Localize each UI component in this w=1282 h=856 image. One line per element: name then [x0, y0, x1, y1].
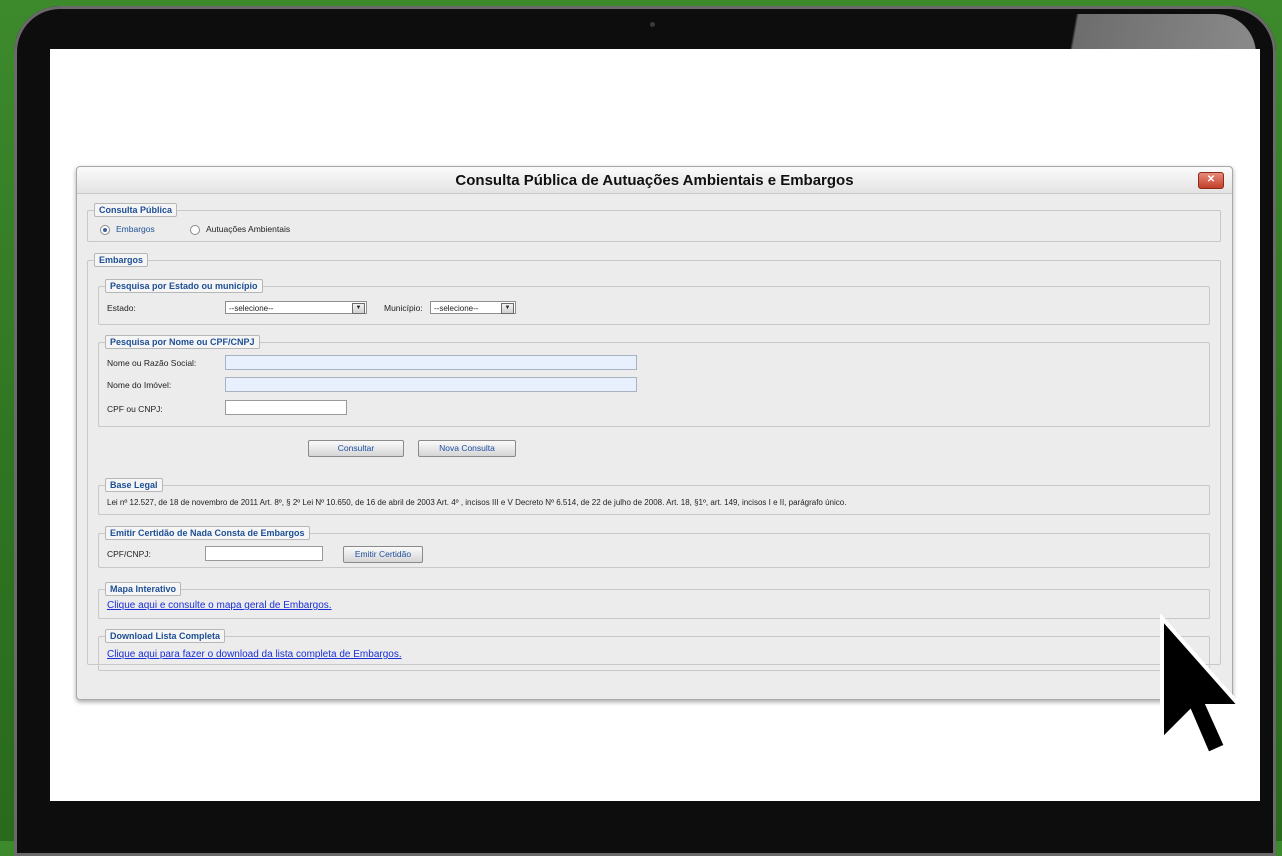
certidao-cpf-input[interactable]: [205, 546, 323, 561]
consulta-publica-legend: Consulta Pública: [94, 203, 178, 217]
radio-embargos-label[interactable]: Embargos: [116, 224, 155, 234]
consulta-publica-group: Consulta Pública: [87, 203, 1221, 242]
consulta-window: Consulta Pública de Autuações Ambientais…: [76, 166, 1233, 700]
estado-select[interactable]: --selecione-- ▼: [225, 301, 367, 314]
mapa-link[interactable]: Clique aqui e consulte o mapa geral de E…: [107, 600, 332, 611]
municipio-label: Município:: [384, 303, 423, 313]
base-legal-legend: Base Legal: [105, 478, 163, 492]
nome-razao-label: Nome ou Razão Social:: [107, 358, 197, 368]
window-title: Consulta Pública de Autuações Ambientais…: [455, 172, 854, 189]
base-legal-group: Base Legal: [98, 478, 1210, 515]
close-icon[interactable]: ✕: [1198, 172, 1224, 189]
radio-autuacoes[interactable]: [190, 225, 200, 235]
camera-icon: [650, 22, 655, 27]
radio-embargos[interactable]: [100, 225, 110, 235]
emitir-certidao-button[interactable]: Emitir Certidão: [343, 546, 423, 563]
estado-label: Estado:: [107, 303, 136, 313]
download-link[interactable]: Clique aqui para fazer o download da lis…: [107, 649, 402, 660]
certidao-legend: Emitir Certidão de Nada Consta de Embarg…: [105, 526, 310, 540]
pesquisa-estado-legend: Pesquisa por Estado ou município: [105, 279, 263, 293]
radio-autuacoes-label[interactable]: Autuações Ambientais: [206, 224, 290, 234]
estado-select-value: --selecione--: [229, 304, 274, 313]
cpf-cnpj-input[interactable]: [225, 400, 347, 415]
window-titlebar: Consulta Pública de Autuações Ambientais…: [77, 167, 1232, 194]
municipio-select[interactable]: --selecione-- ▼: [430, 301, 516, 314]
mapa-legend: Mapa Interativo: [105, 582, 182, 596]
embargos-legend: Embargos: [94, 253, 149, 267]
consultar-button[interactable]: Consultar: [308, 440, 404, 457]
chevron-down-icon[interactable]: ▼: [352, 303, 365, 314]
download-legend: Download Lista Completa: [105, 629, 226, 643]
bezel-reflection: [996, 14, 1256, 54]
chevron-down-icon[interactable]: ▼: [501, 303, 514, 314]
cpf-cnpj-label: CPF ou CNPJ:: [107, 404, 163, 414]
nome-razao-input[interactable]: [225, 355, 637, 370]
municipio-select-value: --selecione--: [434, 304, 479, 313]
nome-imovel-input[interactable]: [225, 377, 637, 392]
nome-imovel-label: Nome do Imóvel:: [107, 380, 172, 390]
base-legal-text: Lei nº 12.527, de 18 de novembro de 2011…: [107, 498, 847, 507]
nova-consulta-button[interactable]: Nova Consulta: [418, 440, 516, 457]
certidao-cpf-label: CPF/CNPJ:: [107, 549, 151, 559]
pesquisa-nome-legend: Pesquisa por Nome ou CPF/CNPJ: [105, 335, 260, 349]
hand-pointer-icon: [1160, 614, 1242, 757]
